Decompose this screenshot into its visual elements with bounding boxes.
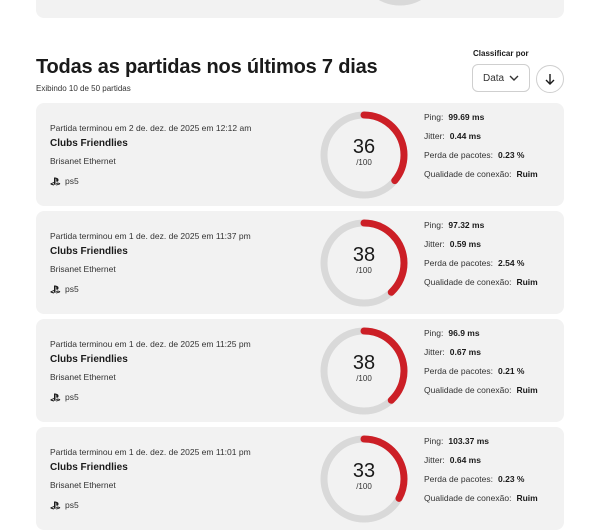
packet-loss-label: Perda de pacotes: [424,258,493,268]
score-value: 38 [352,352,376,374]
jitter-label: Jitter: [424,131,445,141]
sort-label: Classificar por [473,49,529,58]
ping-stat: Ping: 96.9 ms [424,328,480,338]
quality-stat: Qualidade de conexão: Ruim [424,493,538,503]
packet-loss-label: Perda de pacotes: [424,150,493,160]
packet-loss-stat: Perda de pacotes: 2.54 % [424,258,524,268]
jitter-value: 0.67 ms [449,347,481,357]
jitter-stat: Jitter: 0.67 ms [424,347,481,357]
match-card[interactable]: Partida terminou em 1 de. dez. de 2025 e… [36,427,564,530]
ping-label: Ping: [424,220,444,230]
chevron-down-icon [509,75,519,81]
ping-label: Ping: [424,436,444,446]
ping-stat: Ping: 97.32 ms [424,220,484,230]
packet-loss-value: 2.54 % [498,258,525,268]
quality-value: Ruim [516,385,538,395]
match-platform: ps5 [50,176,79,186]
platform-label: ps5 [65,392,79,402]
score-max: /100 [356,158,372,167]
match-mode: Clubs Friendlies [50,138,128,149]
sort-dropdown[interactable]: Data [472,64,530,92]
quality-value: Ruim [516,169,538,179]
packet-loss-value: 0.23 % [498,150,525,160]
previous-score-gauge [378,0,422,6]
score-gauge: 36/100 [319,110,409,200]
playstation-icon [50,393,61,401]
jitter-stat: Jitter: 0.44 ms [424,131,481,141]
playstation-icon [50,177,61,185]
match-network: Brisanet Ethernet [50,480,116,490]
ping-stat: Ping: 99.69 ms [424,112,484,122]
jitter-label: Jitter: [424,455,445,465]
match-platform: ps5 [50,392,79,402]
jitter-value: 0.64 ms [449,455,481,465]
match-end-time: Partida terminou em 1 de. dez. de 2025 e… [50,447,251,457]
score-value: 38 [352,244,376,266]
jitter-stat: Jitter: 0.59 ms [424,239,481,249]
ping-stat: Ping: 103.37 ms [424,436,489,446]
page-title: Todas as partidas nos últimos 7 dias [36,56,378,78]
ping-value: 96.9 ms [448,328,480,338]
ping-value: 99.69 ms [448,112,485,122]
quality-stat: Qualidade de conexão: Ruim [424,169,538,179]
packet-loss-label: Perda de pacotes: [424,474,493,484]
jitter-value: 0.59 ms [449,239,481,249]
quality-label: Qualidade de conexão: [424,385,512,395]
quality-stat: Qualidade de conexão: Ruim [424,277,538,287]
packet-loss-value: 0.21 % [498,366,525,376]
platform-label: ps5 [65,176,79,186]
quality-value: Ruim [516,493,538,503]
ping-label: Ping: [424,328,444,338]
packet-loss-stat: Perda de pacotes: 0.23 % [424,150,524,160]
score-value: 33 [352,460,376,482]
match-mode: Clubs Friendlies [50,246,128,257]
score-value: 36 [352,136,376,158]
packet-loss-stat: Perda de pacotes: 0.23 % [424,474,524,484]
quality-value: Ruim [516,277,538,287]
match-mode: Clubs Friendlies [50,354,128,365]
ping-value: 103.37 ms [448,436,490,446]
score-max: /100 [356,482,372,491]
jitter-value: 0.44 ms [449,131,481,141]
match-network: Brisanet Ethernet [50,372,116,382]
score-gauge: 38/100 [319,326,409,416]
match-mode: Clubs Friendlies [50,462,128,473]
results-count: Exibindo 10 de 50 partidas [36,84,131,93]
match-card[interactable]: Partida terminou em 2 de. dez. de 2025 e… [36,103,564,206]
jitter-label: Jitter: [424,239,445,249]
previous-match-card[interactable] [36,0,564,18]
platform-label: ps5 [65,284,79,294]
quality-label: Qualidade de conexão: [424,169,512,179]
platform-label: ps5 [65,500,79,510]
packet-loss-value: 0.23 % [498,474,525,484]
quality-label: Qualidade de conexão: [424,493,512,503]
score-gauge: 38/100 [319,218,409,308]
match-end-time: Partida terminou em 1 de. dez. de 2025 e… [50,339,251,349]
packet-loss-label: Perda de pacotes: [424,366,493,376]
match-network: Brisanet Ethernet [50,264,116,274]
arrow-down-icon [545,74,555,85]
match-end-time: Partida terminou em 2 de. dez. de 2025 e… [50,123,252,133]
match-platform: ps5 [50,500,79,510]
score-max: /100 [356,374,372,383]
sort-value: Data [483,72,505,84]
playstation-icon [50,501,61,509]
match-card[interactable]: Partida terminou em 1 de. dez. de 2025 e… [36,319,564,422]
score-max: /100 [356,266,372,275]
ping-label: Ping: [424,112,444,122]
packet-loss-stat: Perda de pacotes: 0.21 % [424,366,524,376]
sort-direction-button[interactable] [536,65,564,93]
playstation-icon [50,285,61,293]
match-platform: ps5 [50,284,79,294]
match-card[interactable]: Partida terminou em 1 de. dez. de 2025 e… [36,211,564,314]
jitter-label: Jitter: [424,347,445,357]
ping-value: 97.32 ms [448,220,485,230]
quality-stat: Qualidade de conexão: Ruim [424,385,538,395]
quality-label: Qualidade de conexão: [424,277,512,287]
jitter-stat: Jitter: 0.64 ms [424,455,481,465]
match-network: Brisanet Ethernet [50,156,116,166]
match-end-time: Partida terminou em 1 de. dez. de 2025 e… [50,231,251,241]
score-gauge: 33/100 [319,434,409,524]
